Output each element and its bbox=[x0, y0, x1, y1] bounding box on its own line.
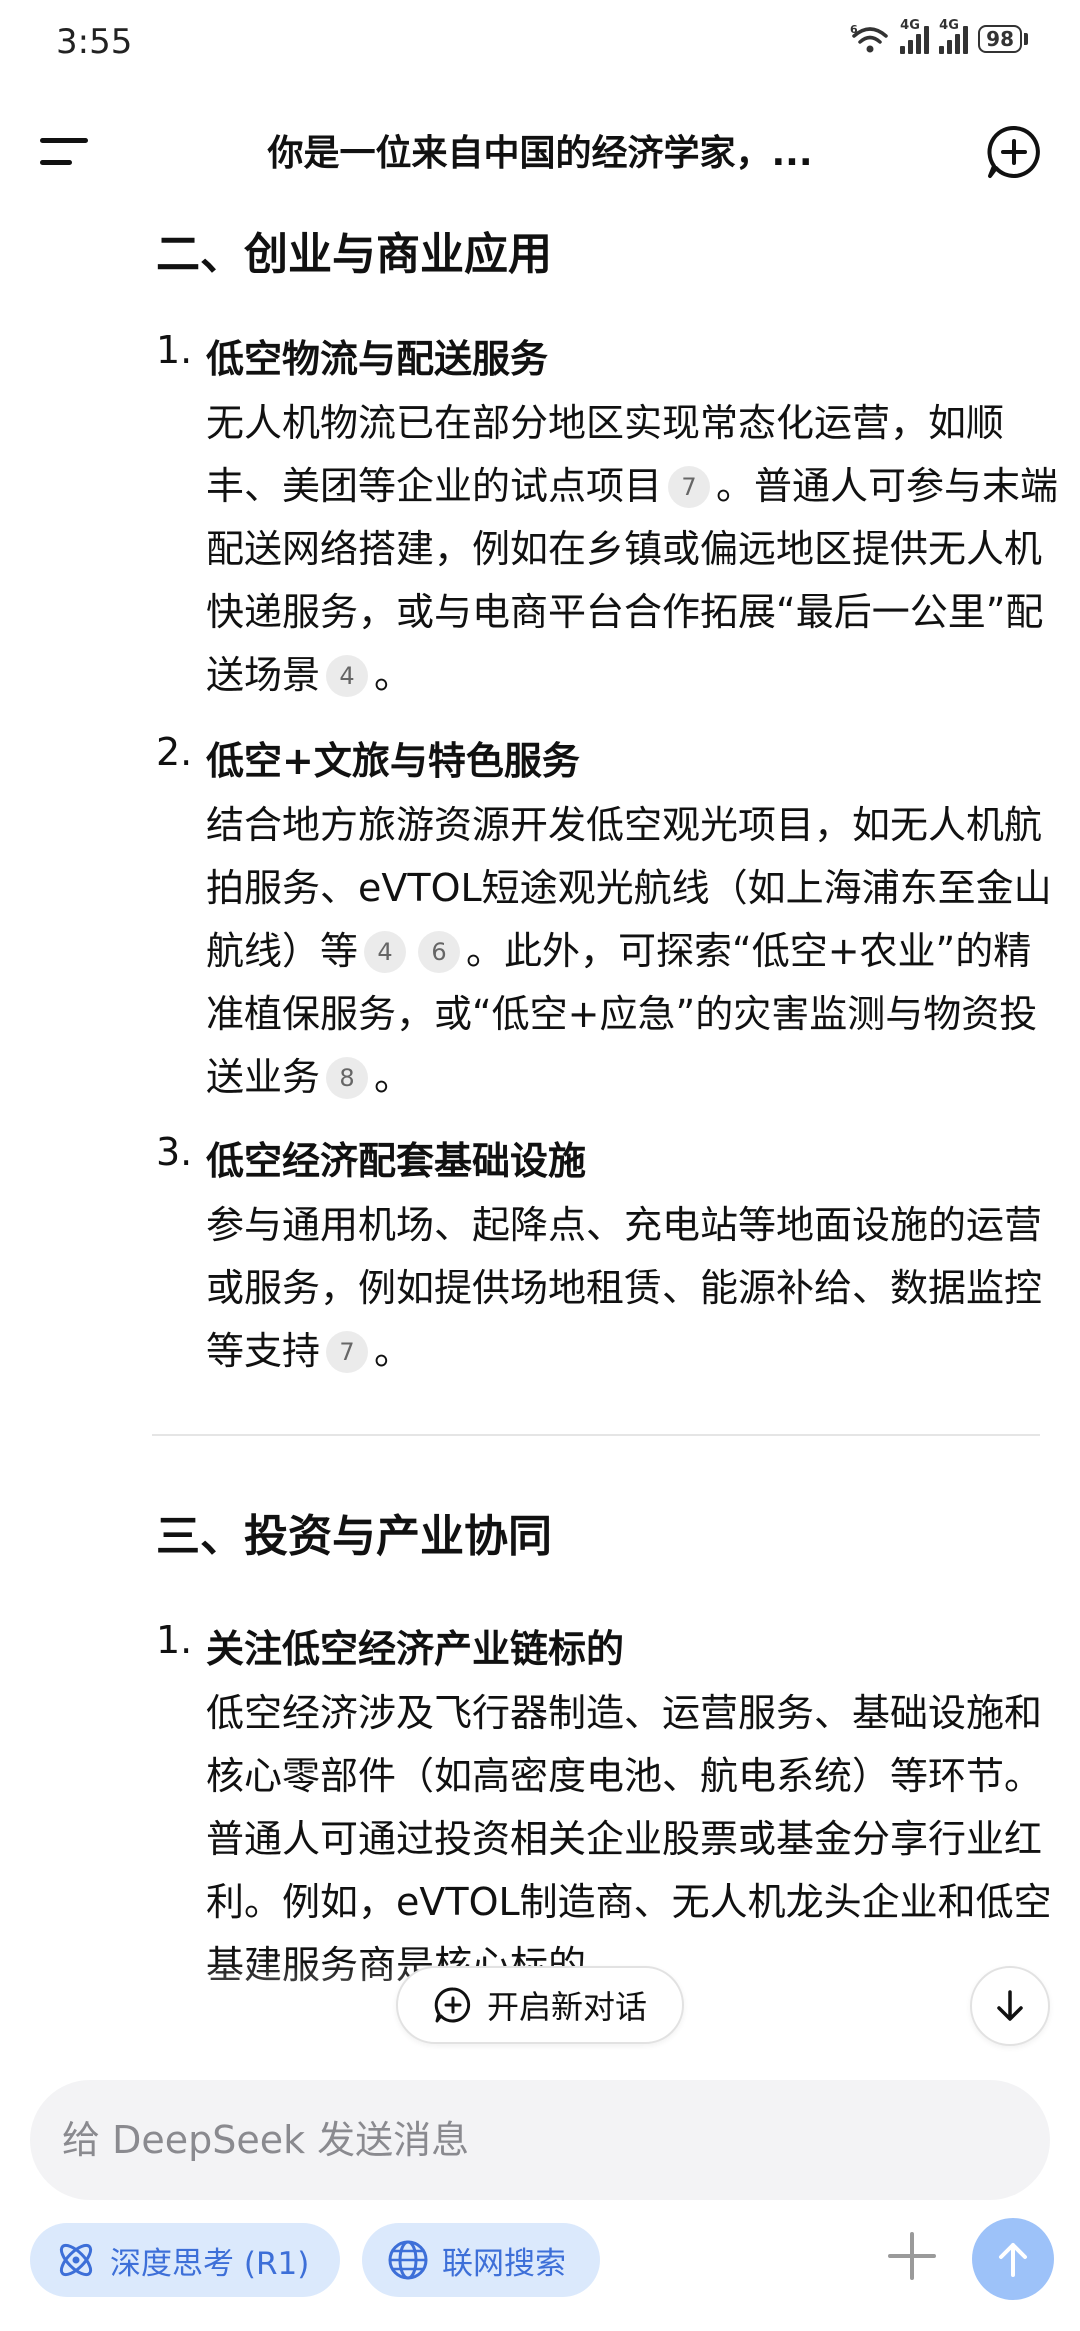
list-item-body: 无人机物流已在部分地区实现常态化运营，如顺丰、美团等企业的试点项目 7 。普通人可参… bbox=[206, 392, 1066, 707]
web-search-toggle[interactable]: 联网搜索 bbox=[362, 2223, 600, 2297]
citation-badge[interactable]: 6 bbox=[418, 931, 461, 973]
list-item: 1. 低空物流与配送服务 无人机物流已在部分地区实现常态化运营，如顺丰、美团等企… bbox=[156, 328, 1058, 697]
body-text: 。 bbox=[374, 653, 413, 697]
menu-icon[interactable] bbox=[40, 132, 92, 172]
list-number: 3. bbox=[156, 1130, 193, 1174]
message-input-container bbox=[30, 2080, 1050, 2200]
list-number: 1. bbox=[156, 1618, 193, 1662]
citation-badge[interactable]: 8 bbox=[326, 1057, 369, 1099]
chat-title: 你是一位来自中国的经济学家，... bbox=[267, 133, 813, 174]
list-item-body: 参与通用机场、起降点、充电站等地面设施的运营或服务，例如提供场地租赁、能源补给、… bbox=[206, 1194, 1066, 1383]
wifi-icon: 6 bbox=[850, 24, 888, 53]
arrow-down-icon bbox=[997, 1990, 1023, 2021]
new-dialog-button[interactable]: 开启新对话 bbox=[396, 1966, 684, 2044]
list-item-title: 低空物流与配送服务 bbox=[206, 337, 549, 381]
list-number: 1. bbox=[156, 328, 193, 372]
send-button[interactable] bbox=[972, 2218, 1054, 2300]
body-text: 。 bbox=[374, 1055, 413, 1099]
signal-icon: 4G bbox=[939, 18, 969, 54]
wifi-standard: 6 bbox=[850, 24, 858, 36]
globe-icon bbox=[388, 2240, 428, 2280]
message-input[interactable] bbox=[62, 2108, 1002, 2172]
atom-icon bbox=[59, 2243, 93, 2277]
deep-think-toggle[interactable]: 深度思考 (R1) bbox=[30, 2223, 340, 2297]
new-chat-icon bbox=[434, 1987, 471, 2023]
body-text: 低空经济涉及飞行器制造、运营服务、基础设施和核心零部件（如高密度电池、航电系统）… bbox=[206, 1691, 1052, 1987]
new-dialog-label: 开启新对话 bbox=[486, 1988, 647, 2026]
section-heading: 三、投资与产业协同 bbox=[156, 1511, 552, 1562]
attach-plus-icon[interactable] bbox=[880, 2224, 944, 2288]
battery-level: 98 bbox=[978, 25, 1022, 53]
scroll-down-button[interactable] bbox=[970, 1966, 1050, 2046]
list-item-title: 低空+文旅与特色服务 bbox=[206, 739, 580, 783]
section-heading: 二、创业与商业应用 bbox=[156, 229, 552, 280]
status-time: 3:55 bbox=[56, 22, 133, 62]
citation-badge[interactable]: 7 bbox=[326, 1331, 369, 1373]
list-item-title: 关注低空经济产业链标的 bbox=[206, 1627, 625, 1671]
list-item-title: 低空经济配套基础设施 bbox=[206, 1139, 587, 1183]
citation-badge[interactable]: 4 bbox=[326, 655, 369, 697]
chat-header: 你是一位来自中国的经济学家，... bbox=[0, 110, 1080, 190]
list-number: 2. bbox=[156, 730, 193, 774]
network-type-1: 4G bbox=[900, 18, 920, 33]
deep-think-label: 深度思考 (R1) bbox=[110, 2245, 310, 2282]
list-item: 3. 低空经济配套基础设施 参与通用机场、起降点、充电站等地面设施的运营或服务，… bbox=[156, 1130, 1046, 1373]
list-item-body: 结合地方旅游资源开发低空观光项目，如无人机航拍服务、eVTOL短途观光航线（如上… bbox=[206, 794, 1066, 1109]
arrow-up-icon bbox=[999, 2243, 1027, 2277]
list-item-body: 低空经济涉及飞行器制造、运营服务、基础设施和核心零部件（如高密度电池、航电系统）… bbox=[206, 1682, 1066, 1997]
status-icons: 6 4G 4G 98 bbox=[850, 18, 1028, 54]
citation-badge[interactable]: 7 bbox=[668, 466, 711, 508]
web-search-label: 联网搜索 bbox=[442, 2245, 566, 2282]
new-chat-icon[interactable] bbox=[984, 122, 1044, 182]
body-text: 。 bbox=[374, 1329, 413, 1373]
network-type-2: 4G bbox=[939, 18, 959, 33]
battery-icon: 98 bbox=[978, 25, 1028, 53]
signal-icon: 4G bbox=[900, 18, 930, 54]
list-item: 2. 低空+文旅与特色服务 结合地方旅游资源开发低空观光项目，如无人机航拍服务、… bbox=[156, 730, 1052, 1099]
divider bbox=[152, 1434, 1040, 1436]
chat-message: 二、创业与商业应用 1. 低空物流与配送服务 无人机物流已在部分地区实现常态化运… bbox=[0, 200, 1080, 2070]
status-bar: 3:55 6 4G 4G 98 bbox=[0, 0, 1080, 90]
citation-badge[interactable]: 4 bbox=[364, 931, 407, 973]
